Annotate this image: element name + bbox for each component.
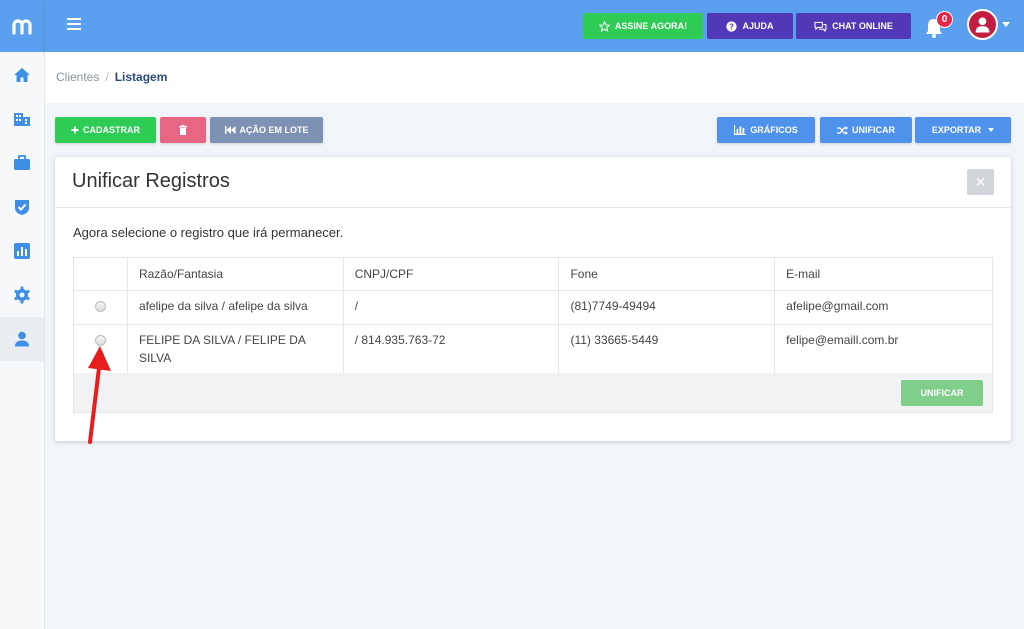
home-icon: [14, 68, 30, 82]
user-icon: [15, 331, 29, 347]
row-select-cell: [73, 324, 128, 375]
merge-button[interactable]: UNIFICAR: [820, 117, 912, 143]
column-header-document: CNPJ/CPF: [342, 257, 560, 291]
gear-icon: [14, 286, 30, 304]
sidebar-item-business[interactable]: [0, 141, 44, 185]
hamburger-menu-icon[interactable]: [67, 18, 81, 32]
user-avatar[interactable]: [967, 9, 998, 40]
instruction-text: Agora selecione o registro que irá perma…: [73, 225, 344, 240]
help-button[interactable]: ? AJUDA: [707, 13, 793, 39]
help-label: AJUDA: [742, 21, 774, 31]
table-footer: UNIFICAR: [73, 373, 993, 413]
notification-badge: 0: [936, 11, 953, 28]
subscribe-label: ASSINE AGORA!: [614, 21, 688, 31]
batch-action-button[interactable]: AÇÃO EM LOTE: [210, 117, 323, 143]
sidebar-item-companies[interactable]: [0, 97, 44, 141]
panel-divider: [55, 207, 1011, 208]
cell-name: afelipe da silva / afelipe da silva: [126, 290, 344, 325]
star-outline-icon: [598, 20, 610, 32]
export-label: EXPORTAR: [931, 125, 982, 135]
cell-email: afelipe@gmail.com: [774, 290, 993, 325]
register-button[interactable]: CADASTRAR: [55, 117, 156, 143]
chat-bubbles-icon: [814, 21, 827, 32]
delete-button[interactable]: [160, 117, 206, 143]
column-header-phone: Fone: [558, 257, 776, 291]
breadcrumb-separator: /: [105, 70, 109, 84]
breadcrumb-current: Listagem: [114, 70, 168, 84]
column-header-email: E-mail: [774, 257, 993, 291]
shuffle-icon: [837, 125, 848, 135]
sidebar: [0, 0, 45, 629]
svg-text:?: ?: [730, 22, 735, 31]
subscribe-button[interactable]: ASSINE AGORA!: [583, 13, 703, 39]
user-menu-chevron-down-icon[interactable]: [1002, 22, 1010, 27]
register-label: CADASTRAR: [83, 125, 140, 135]
chevron-down-icon: [988, 128, 995, 132]
records-table: Razão/Fantasia CNPJ/CPF Fone E-mail afel…: [73, 257, 993, 375]
confirm-merge-button[interactable]: UNIFICAR: [901, 380, 983, 406]
logo-m-icon: [11, 19, 32, 35]
briefcase-icon: [14, 155, 30, 170]
chat-label: CHAT ONLINE: [832, 21, 893, 31]
charts-button[interactable]: GRÁFICOS: [717, 117, 815, 143]
chat-online-button[interactable]: CHAT ONLINE: [796, 13, 911, 39]
user-silhouette-icon: [975, 17, 990, 33]
plus-icon: [71, 126, 79, 134]
table-row[interactable]: FELIPE DA SILVA / FELIPE DA SILVA / 814.…: [73, 324, 993, 375]
bar-chart-outline-icon: [734, 125, 747, 135]
record-radio-button[interactable]: [94, 301, 106, 312]
cell-name: FELIPE DA SILVA / FELIPE DA SILVA: [126, 324, 344, 375]
sidebar-item-reports[interactable]: [0, 229, 44, 273]
merge-records-panel: Unificar Registros × Agora selecione o r…: [55, 157, 1011, 441]
fast-forward-icon: [224, 126, 235, 134]
top-bar: ASSINE AGORA! ? AJUDA CHAT ONLINE 0: [45, 0, 1024, 52]
close-button[interactable]: ×: [967, 169, 994, 195]
merge-label: UNIFICAR: [852, 125, 895, 135]
bar-chart-icon: [14, 243, 30, 259]
question-circle-icon: ?: [726, 20, 738, 32]
check-shield-icon: [15, 200, 29, 215]
table-header-row: Razão/Fantasia CNPJ/CPF Fone E-mail: [73, 257, 993, 291]
row-select-cell: [73, 290, 128, 325]
sidebar-item-tasks[interactable]: [0, 185, 44, 229]
sidebar-item-settings[interactable]: [0, 273, 44, 317]
cell-email: felipe@emaill.com.br: [774, 324, 993, 375]
column-header-name: Razão/Fantasia: [126, 257, 344, 291]
record-radio-button[interactable]: [94, 335, 106, 346]
panel-title: Unificar Registros: [72, 170, 230, 192]
breadcrumb-bar: Clientes / Listagem: [45, 52, 1024, 103]
breadcrumb-clients-link[interactable]: Clientes: [56, 70, 99, 84]
close-icon: ×: [975, 171, 986, 192]
batch-action-label: AÇÃO EM LOTE: [239, 125, 309, 135]
sidebar-item-clients[interactable]: [0, 317, 44, 361]
column-header-select: [73, 257, 128, 291]
breadcrumb: Clientes / Listagem: [56, 70, 167, 84]
table-row[interactable]: afelipe da silva / afelipe da silva / (8…: [73, 290, 993, 325]
app-logo[interactable]: [0, 0, 45, 52]
charts-label: GRÁFICOS: [750, 125, 798, 135]
cell-document: /: [342, 290, 560, 325]
trash-icon: [179, 125, 187, 135]
building-icon: [14, 113, 30, 126]
export-dropdown-button[interactable]: EXPORTAR: [915, 117, 1011, 143]
sidebar-item-home[interactable]: [0, 53, 44, 97]
cell-document: / 814.935.763-72: [342, 324, 560, 375]
cell-phone: (81)7749-49494: [558, 290, 776, 325]
cell-phone: (11) 33665-5449: [558, 324, 776, 375]
